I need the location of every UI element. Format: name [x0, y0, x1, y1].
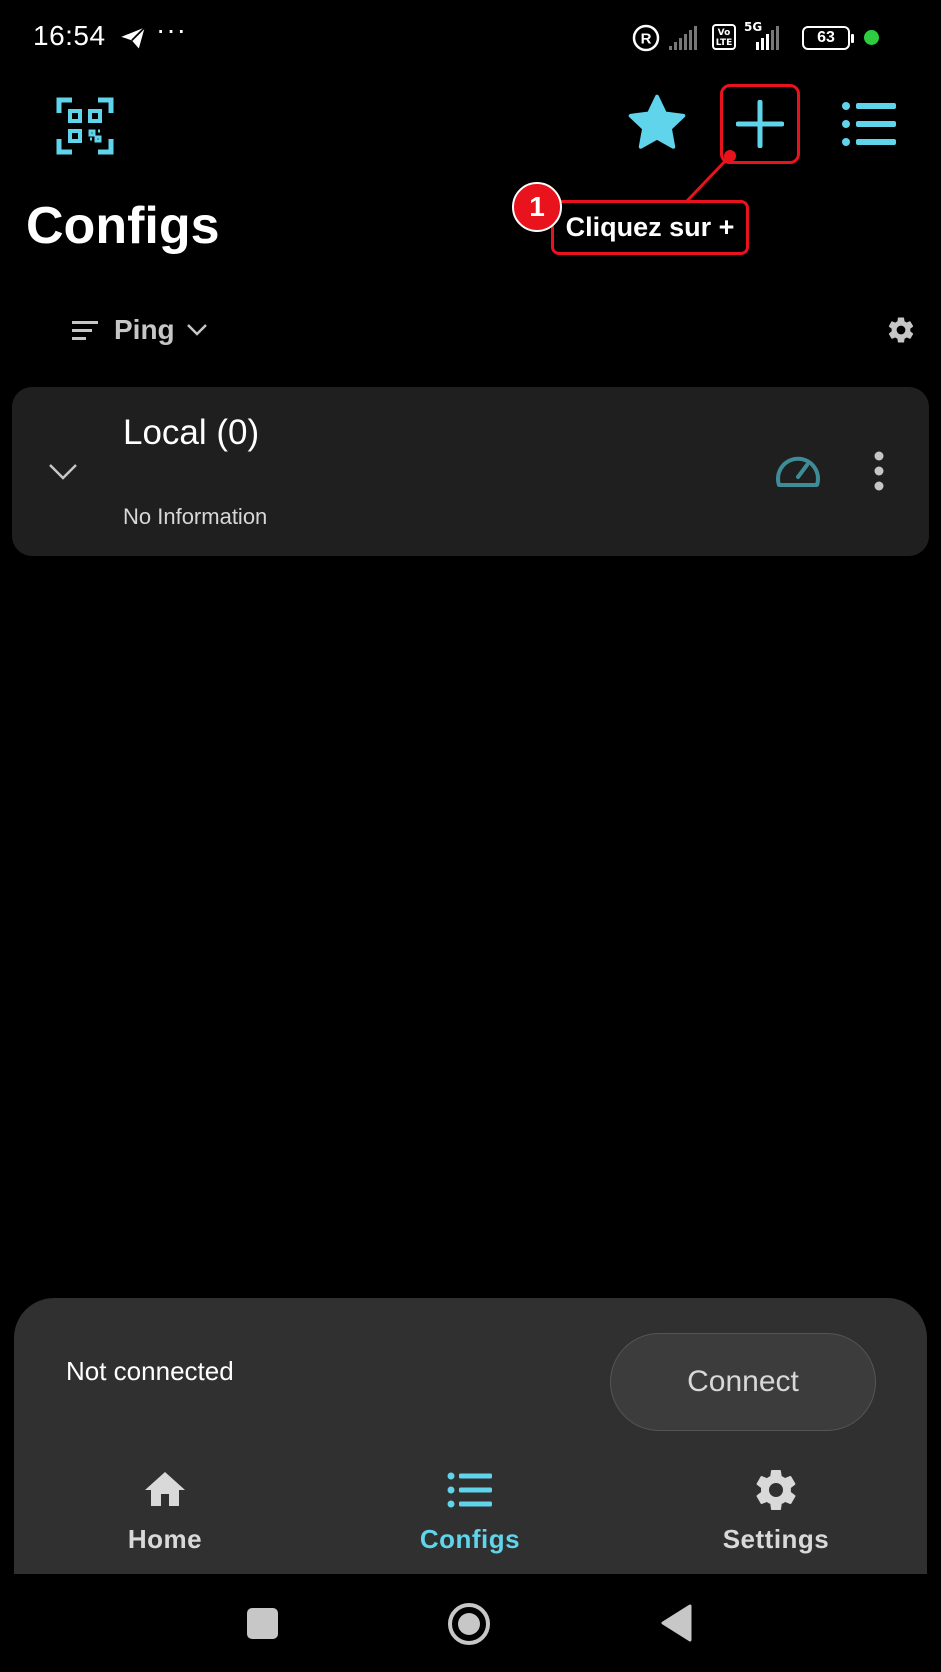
signal-icon [669, 26, 697, 50]
status-bar: 16:54 ··· R Vo LTE 5G 63 [0, 0, 941, 76]
star-icon[interactable] [626, 92, 688, 154]
status-more: ··· [156, 14, 187, 45]
system-navigation-bar [0, 1574, 941, 1672]
telegram-send-icon [121, 26, 146, 49]
speedometer-icon[interactable] [774, 451, 822, 491]
gear-icon[interactable] [886, 315, 916, 345]
nav-label-home: Home [127, 1524, 203, 1554]
status-time: 16:54 [33, 20, 106, 51]
nav-item-settings[interactable]: Settings [676, 1462, 876, 1574]
annotation-pointer [684, 150, 736, 204]
plus-icon [736, 100, 784, 148]
svg-text:R: R [641, 31, 652, 48]
sort-label[interactable]: Ping [114, 314, 175, 346]
group-subtitle: No Information [123, 504, 268, 529]
nav-item-home[interactable]: Home [65, 1462, 265, 1574]
registered-icon: R [632, 24, 660, 52]
config-group-card[interactable]: Local (0) No Information [12, 387, 929, 556]
home-icon [145, 1472, 185, 1506]
qr-code-icon[interactable] [56, 97, 114, 155]
connection-status: Not connected [66, 1356, 234, 1386]
nav-item-configs[interactable]: Configs [370, 1462, 570, 1574]
green-dot-icon [864, 30, 879, 45]
sort-icon[interactable] [72, 320, 98, 342]
chevron-down-icon[interactable] [186, 322, 208, 338]
more-vertical-icon[interactable] [872, 451, 886, 491]
nav-label-settings: Settings [722, 1524, 830, 1554]
battery-icon: 63 [802, 26, 854, 50]
list-icon [447, 1472, 492, 1508]
system-home-button[interactable] [447, 1602, 491, 1646]
list-menu-icon[interactable] [842, 100, 896, 148]
annotation-step-badge: 1 [512, 182, 562, 232]
group-title: Local (0) [123, 413, 260, 452]
nav-label-configs: Configs [419, 1524, 521, 1554]
bottom-nav: Home Configs Settings [14, 1462, 927, 1574]
recent-apps-button[interactable] [247, 1608, 278, 1639]
system-back-button[interactable] [660, 1604, 692, 1642]
volte-icon: Vo LTE [712, 24, 736, 50]
connect-button[interactable]: Connect [610, 1333, 876, 1431]
5g-signal-icon [756, 26, 779, 50]
annotation-label: Cliquez sur + [551, 200, 749, 255]
gear-icon [756, 1470, 796, 1511]
chevron-down-icon[interactable] [48, 462, 78, 482]
page-title: Configs [26, 197, 220, 255]
